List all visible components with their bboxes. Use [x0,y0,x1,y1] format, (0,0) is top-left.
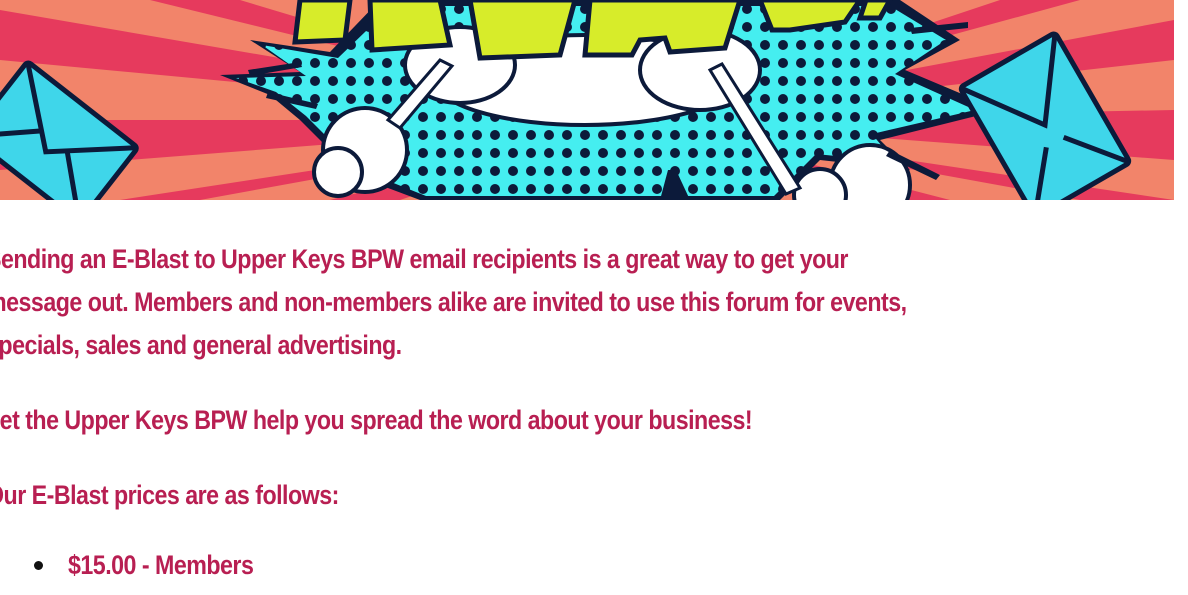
page: Sending an E-Blast to Upper Keys BPW ema… [0,0,1188,595]
eblast-content: Sending an E-Blast to Upper Keys BPW ema… [0,238,1188,585]
price-item-members: $15.00 - Members [34,545,1188,585]
intro-line-1: Sending an E-Blast to Upper Keys BPW ema… [0,244,848,274]
promo-text: Let the Upper Keys BPW help you spread t… [0,405,753,435]
intro-paragraph: Sending an E-Blast to Upper Keys BPW ema… [0,238,1188,367]
intro-line-3: specials, sales and general advertising. [0,330,402,360]
bullet-icon [34,561,43,570]
price-list: $15.00 - Members [0,545,1188,585]
prices-heading: Our E-Blast prices are as follows: [0,480,339,510]
intro-line-2: message out. Members and non-members ali… [0,287,907,317]
banner-illustration [0,0,1174,200]
price-label: $15.00 - Members [68,550,254,580]
ideas-banner-image [0,0,1174,200]
